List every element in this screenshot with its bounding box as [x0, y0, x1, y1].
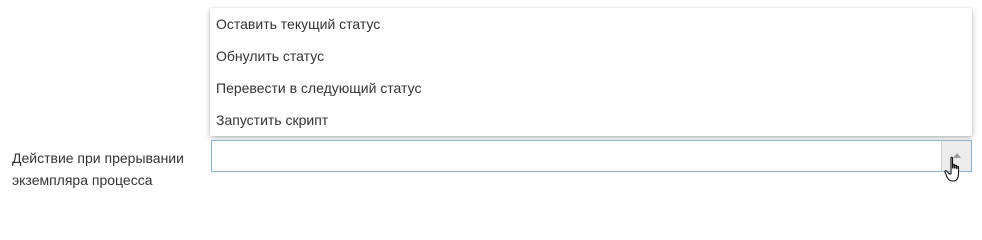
- option-reset-status[interactable]: Обнулить статус: [210, 40, 972, 72]
- hand-pointer-icon: [944, 156, 960, 182]
- option-run-script[interactable]: Запустить скрипт: [210, 104, 972, 136]
- option-keep-current-status[interactable]: Оставить текущий статус: [210, 8, 972, 40]
- interrupt-action-label: Действие при прерывании экземпляра проце…: [12, 150, 184, 188]
- dropdown-options-list: Оставить текущий статус Обнулить статус …: [210, 8, 972, 136]
- form-section: Оставить текущий статус Обнулить статус …: [0, 0, 982, 218]
- option-move-to-next-status[interactable]: Перевести в следующий статус: [210, 72, 972, 104]
- interrupt-action-select[interactable]: [211, 140, 972, 172]
